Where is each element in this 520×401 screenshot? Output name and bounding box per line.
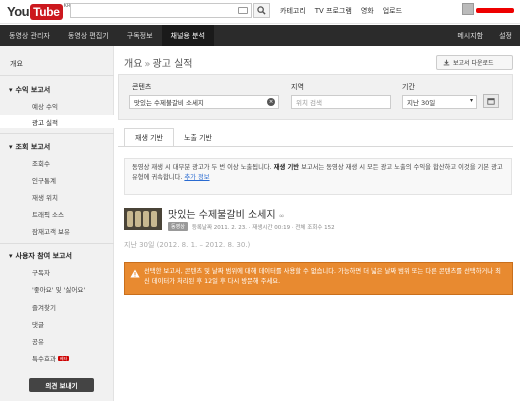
video-badge: 동영상: [168, 222, 188, 231]
region-label: 지역: [291, 83, 304, 91]
search-input[interactable]: [70, 3, 252, 18]
sidebar-item-playback-locations[interactable]: 재생 위치: [32, 192, 58, 202]
period-value: 지난 30일: [407, 99, 436, 107]
sidebar-item-demographics[interactable]: 인구통계: [32, 175, 56, 185]
region-search-field[interactable]: 위치 검색: [291, 95, 391, 109]
sidebar-item-overview[interactable]: 개요: [10, 57, 124, 70]
redacted-username: [476, 8, 514, 13]
avatar[interactable]: [462, 3, 474, 15]
no-data-warning: 선택한 보고서, 콘텐츠 및 날짜 범위에 대해 데이터를 사용할 수 없습니다…: [124, 262, 513, 295]
sidebar-section-label: 조회 보고서: [15, 143, 51, 151]
search-icon: [257, 6, 266, 15]
sidebar-item-likes-dislikes[interactable]: '좋아요' 및 '싫어요': [32, 284, 85, 294]
sidebar-item-subscribers[interactable]: 구독자: [32, 267, 50, 277]
sidebar-item-estimated-revenue[interactable]: 예상 수익: [32, 101, 58, 111]
warning-text: 선택한 보고서, 콘텐츠 및 날짜 범위에 대해 데이터를 사용할 수 없습니다…: [144, 268, 501, 285]
video-meta-text: 등록날짜 2011. 2. 23. · 재생시간 00:19 · 전체 조회수 …: [191, 224, 335, 231]
sidebar-section-label: 수익 보고서: [15, 86, 51, 94]
sidebar-item-ad-performance[interactable]: 광고 실적: [0, 115, 114, 128]
top-nav-movies[interactable]: 영화: [361, 6, 374, 16]
breadcrumb: 개요» 광고 실적: [124, 55, 193, 70]
sidebar-item-audience-retention[interactable]: 잠재고객 보유: [32, 226, 70, 236]
collapse-icon: ▾: [9, 252, 13, 260]
top-nav-tv[interactable]: TV 프로그램: [315, 6, 352, 16]
sidebar-divider: [0, 133, 114, 134]
sidebar-item-annotations[interactable]: 특수효과 베타: [32, 353, 70, 363]
nav-analytics[interactable]: 채널용 분석: [161, 25, 214, 46]
sidebar-item-traffic-sources[interactable]: 트래픽 소스: [32, 209, 64, 219]
period-label: 기간: [402, 83, 415, 91]
tab-impression-based[interactable]: 노출 기반: [174, 128, 222, 147]
content-value: 맛있는 수제불갈비 소세지: [134, 99, 204, 107]
page-title: 광고 실적: [152, 59, 193, 70]
sidebar-item-label: 특수효과: [32, 355, 56, 363]
feedback-button[interactable]: 의견 보내기: [29, 378, 94, 392]
nav-video-editor[interactable]: 동영상 편집기: [59, 25, 118, 46]
region-placeholder: 위치 검색: [296, 99, 322, 107]
breadcrumb-root[interactable]: 개요: [124, 59, 142, 70]
sidebar-section-revenue[interactable]: ▾ 수익 보고서: [9, 85, 50, 95]
breadcrumb-separator: »: [144, 59, 151, 70]
logo-tube: Tube: [30, 3, 63, 20]
download-report-button[interactable]: 보고서 다운로드: [436, 55, 513, 70]
notice-bold: 재생 기반: [273, 164, 300, 171]
tab-divider: [118, 146, 513, 147]
download-report-label: 보고서 다운로드: [453, 60, 494, 67]
logo-you: You: [7, 4, 30, 19]
top-nav: 카테고리 TV 프로그램 영화 업로드: [280, 6, 402, 16]
youtube-logo[interactable]: You Tube KR: [7, 3, 70, 20]
nav-video-manager[interactable]: 동영상 관리자: [0, 25, 59, 46]
calendar-button[interactable]: [483, 94, 499, 108]
sidebar-section-engagement[interactable]: ▾ 사용자 참여 보고서: [9, 251, 72, 261]
nav-settings[interactable]: 설정: [491, 25, 520, 46]
top-nav-categories[interactable]: 카테고리: [280, 6, 306, 16]
period-summary: 지난 30일 (2012. 8. 1. – 2012. 8. 30.): [124, 241, 251, 249]
info-notice: 동영상 재생 시 대부분 광고가 두 번 이상 노출됩니다. 재생 기반 보고서…: [124, 158, 512, 195]
sidebar-section-label: 사용자 참여 보고서: [15, 252, 72, 260]
sidebar-item-sharing[interactable]: 공유: [32, 336, 44, 346]
collapse-icon: ▾: [9, 143, 13, 151]
chevron-down-icon: ▾: [469, 97, 473, 104]
clear-icon[interactable]: ×: [267, 98, 275, 106]
notice-text: 동영상 재생 시 대부분 광고가 두 번 이상 노출됩니다.: [132, 164, 272, 171]
beta-badge: 베타: [57, 356, 70, 361]
keyboard-icon[interactable]: [238, 7, 248, 14]
sidebar-divider: [0, 75, 114, 76]
sidebar-item-favorites[interactable]: 즐겨찾기: [32, 302, 56, 312]
sidebar: 개요 ▾ 수익 보고서 예상 수익 광고 실적 ▾ 조회 보고서 조회수 인구통계 …: [0, 46, 114, 401]
nav-subscriptions[interactable]: 구독정보: [118, 25, 162, 46]
tab-playback-based[interactable]: 재생 기반: [124, 128, 174, 147]
download-icon: [443, 59, 450, 66]
video-title-text: 맛있는 수제불갈비 소세지: [168, 210, 276, 221]
sidebar-section-views[interactable]: ▾ 조회 보고서: [9, 142, 50, 152]
sidebar-item-comments[interactable]: 댓글: [32, 319, 44, 329]
collapse-icon: ▾: [9, 86, 13, 94]
calendar-icon: [487, 98, 495, 105]
report-tabs: 재생 기반 노출 기반: [124, 128, 222, 147]
content-field[interactable]: 맛있는 수제불갈비 소세지 ×: [129, 95, 279, 109]
sidebar-divider: [0, 243, 114, 244]
content-label: 콘텐츠: [132, 83, 152, 91]
channel-nav: 동영상 관리자 동영상 편집기 구독정보 채널용 분석 메시지함 설정: [0, 25, 520, 46]
warning-icon: [130, 269, 140, 278]
top-bar: You Tube KR 카테고리 TV 프로그램 영화 업로드: [0, 0, 520, 24]
link-icon: ∞: [278, 212, 285, 220]
nav-inbox[interactable]: 메시지함: [449, 25, 491, 46]
more-info-link[interactable]: 추가 정보: [184, 174, 209, 181]
video-thumbnail[interactable]: [124, 208, 162, 230]
search-button[interactable]: [253, 3, 270, 18]
filter-panel: 콘텐츠 맛있는 수제불갈비 소세지 × 지역 위치 검색 기간 지난 30일 ▾: [118, 74, 513, 120]
sidebar-item-views[interactable]: 조회수: [32, 158, 50, 168]
period-select[interactable]: 지난 30일 ▾: [402, 95, 477, 109]
video-meta: 동영상 등록날짜 2011. 2. 23. · 재생시간 00:19 · 전체 …: [168, 222, 335, 231]
top-nav-upload[interactable]: 업로드: [383, 6, 402, 16]
video-title[interactable]: 맛있는 수제불갈비 소세지 ∞: [168, 206, 285, 221]
